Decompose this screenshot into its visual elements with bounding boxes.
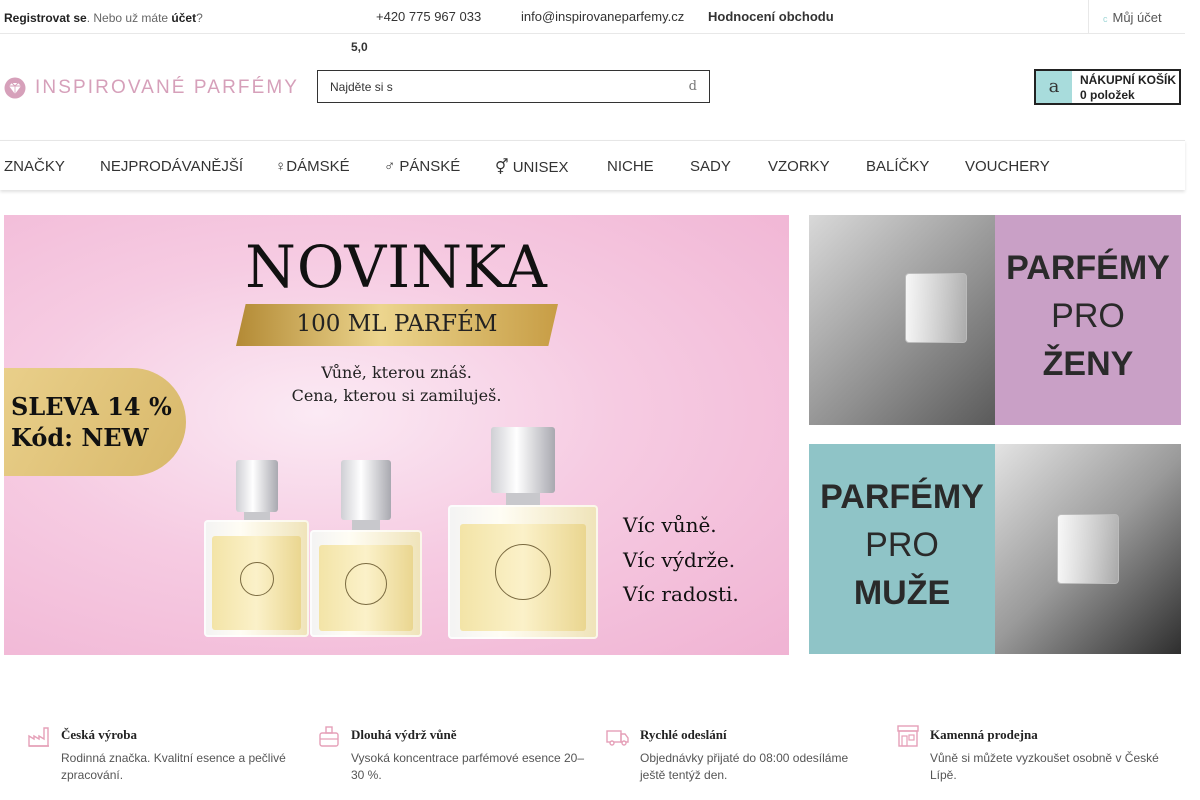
women-perfumes-banner[interactable]: PARFÉMY PRO ŽENY (809, 215, 1181, 425)
feature-store: Kamenná prodejna Vůně si můžete vyzkouše… (896, 724, 1161, 788)
medium-bottle-image (310, 460, 422, 637)
nav-item-samples[interactable]: VZORKY (768, 158, 830, 175)
women-banner-line-1: PARFÉMY (1006, 249, 1170, 287)
my-account-label: Můj účet (1112, 10, 1162, 25)
register-end-text: ? (196, 11, 203, 25)
phone-number: +420 775 967 033 (376, 9, 482, 24)
register-prompt: Registrovat se. Nebo už máte účet? (4, 11, 203, 25)
top-bar: Registrovat se. Nebo už máte účet? +420 … (0, 0, 1185, 54)
site-logo[interactable]: INSPIROVANÉ PARFÉMY (4, 76, 299, 100)
women-banner-panel: PARFÉMY PRO ŽENY (995, 215, 1181, 425)
nav-item-men[interactable]: ♂ PÁNSKÉ (384, 158, 460, 175)
discount-code: Kód: NEW (11, 423, 149, 452)
my-account-link[interactable]: c Můj účet (1088, 0, 1185, 34)
shop-icon (897, 725, 919, 747)
phone-icon (362, 12, 368, 24)
women-banner-line-2: PRO (1051, 297, 1125, 335)
cart-icon: a (1036, 71, 1072, 103)
user-icon: c (1103, 14, 1108, 24)
feature-title: Dlouhá výdrž vůně (351, 727, 457, 742)
hero-claim-3: Víc radosti. (623, 582, 739, 606)
feature-title: Kamenná prodejna (930, 727, 1038, 742)
truck-icon (606, 730, 629, 746)
search-input[interactable] (318, 71, 658, 102)
mail-icon (507, 12, 513, 24)
logo-text: INSPIROVANÉ PARFÉMY (35, 77, 300, 98)
feature-title: Rychlé odeslání (640, 727, 727, 742)
email-address: info@inspirovaneparfemy.cz (521, 9, 685, 24)
shopping-cart[interactable]: a NÁKUPNÍ KOŠÍK 0 položek (1034, 69, 1181, 105)
nav-item-sets[interactable]: SADY (690, 158, 731, 175)
bottle-icon (319, 726, 339, 747)
nav-item-women[interactable]: ♀DÁMSKÉ (275, 158, 350, 175)
phone-contact[interactable]: +420 775 967 033 (362, 9, 481, 24)
feature-title: Česká výroba (61, 727, 137, 742)
nav-item-unisex[interactable]: ⚥ UNISEX (495, 158, 569, 176)
nav-item-brands[interactable]: ZNAČKY (4, 158, 65, 175)
hero-claim-2: Víc výdrže. (623, 548, 736, 572)
women-banner-line-3: ŽENY (1042, 345, 1134, 383)
feature-text: Vysoká koncentrace parfémové esence 20–3… (351, 751, 585, 782)
feature-text: Rodinná značka. Kvalitní esence a pečliv… (61, 751, 286, 782)
large-bottle-image (448, 427, 598, 639)
nav-item-bestsellers[interactable]: NEJPRODÁVANĚJŠÍ (100, 158, 243, 175)
men-banner-line-2: PRO (865, 526, 939, 564)
hero-claim-1: Víc vůně. (623, 513, 717, 537)
cart-item-count: 0 položek (1080, 88, 1135, 102)
cart-title: NÁKUPNÍ KOŠÍK (1080, 73, 1177, 87)
feature-long-lasting: Dlouhá výdrž vůně Vysoká koncentrace par… (317, 724, 584, 788)
men-photo (995, 444, 1181, 654)
men-perfumes-banner[interactable]: PARFÉMY PRO MUŽE (809, 444, 1181, 654)
shop-rating-link[interactable]: Hodnocení obchodu (708, 9, 834, 24)
feature-czech-production: Česká výroba Rodinná značka. Kvalitní es… (27, 724, 292, 788)
search-box: d (317, 70, 710, 103)
men-banner-line-3: MUŽE (853, 574, 951, 612)
feature-fast-shipping: Rychlé odeslání Objednávky přijaté do 08… (606, 724, 871, 788)
register-link[interactable]: Registrovat se (4, 11, 87, 25)
hero-ribbon: 100 ML PARFÉM (236, 304, 558, 346)
hero-banner[interactable]: NOVINKA 100 ML PARFÉM Vůně, kterou znáš.… (4, 215, 789, 655)
hero-ribbon-text: 100 ML PARFÉM (296, 311, 498, 337)
rating-value: 5,0 (351, 40, 368, 54)
search-icon[interactable]: d (689, 79, 697, 94)
register-middle-text: . Nebo už máte (86, 11, 172, 25)
nav-item-packages[interactable]: BALÍČKY (866, 158, 929, 175)
diamond-logo-icon (4, 77, 26, 99)
hero-title: NOVINKA (245, 233, 548, 301)
discount-text: SLEVA 14 % (11, 392, 172, 421)
feature-text: Vůně si můžete vyzkoušet osobně v České … (930, 751, 1159, 782)
feature-text: Objednávky přijaté do 08:00 odesíláme je… (640, 751, 849, 782)
nav-item-niche[interactable]: NICHE (607, 158, 654, 175)
discount-badge: SLEVA 14 % Kód: NEW (4, 368, 186, 476)
women-photo (809, 215, 995, 425)
factory-icon (28, 727, 49, 747)
men-banner-panel: PARFÉMY PRO MUŽE (809, 444, 995, 654)
small-bottle-image (204, 460, 309, 637)
login-link[interactable]: účet (171, 11, 196, 25)
main-navigation: ZNAČKY NEJPRODÁVANĚJŠÍ ♀DÁMSKÉ ♂ PÁNSKÉ … (0, 140, 1185, 190)
nav-item-vouchers[interactable]: VOUCHERY (965, 158, 1050, 175)
email-contact[interactable]: info@inspirovaneparfemy.cz (507, 9, 684, 24)
men-banner-line-1: PARFÉMY (820, 478, 984, 516)
